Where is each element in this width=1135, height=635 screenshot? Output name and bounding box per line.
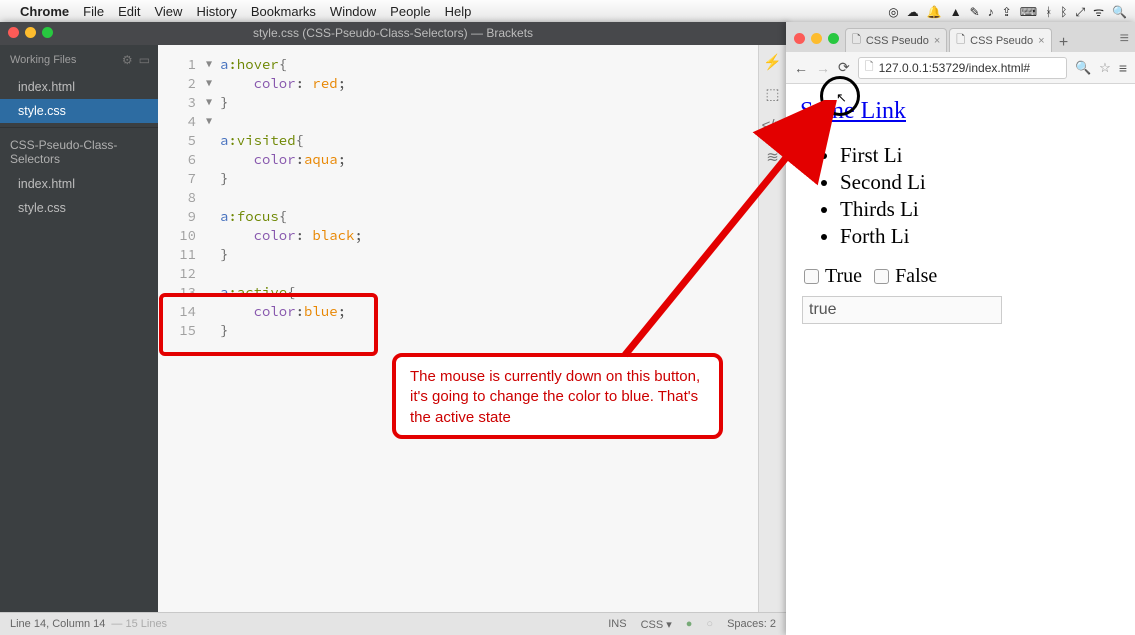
- close-icon[interactable]: [8, 27, 19, 38]
- chrome-tabstrip: 🗋CSS Pseudo×🗋CSS Pseudo× + ≡: [786, 22, 1135, 52]
- chrome-page-content: Some Link ↖ First LiSecond LiThirds LiFo…: [786, 84, 1135, 635]
- indent-setting[interactable]: Spaces: 2: [727, 618, 776, 630]
- list-item: Forth Li: [840, 224, 1125, 249]
- project-name[interactable]: CSS-Pseudo-Class-Selectors: [0, 127, 158, 172]
- bookmark-icon[interactable]: ☆: [1099, 60, 1111, 76]
- tray-icon[interactable]: ᯤ: [1093, 5, 1104, 19]
- brackets-window: style.css (CSS-Pseudo-Class-Selectors) —…: [0, 22, 786, 635]
- brackets-sidebar: Working Files ⚙ ▭ index.htmlstyle.css CS…: [0, 45, 158, 612]
- menu-help[interactable]: Help: [445, 4, 472, 19]
- address-bar[interactable]: 🗋 127.0.0.1:53729/index.html#: [858, 57, 1067, 79]
- close-tab-icon[interactable]: ×: [1038, 35, 1044, 47]
- brackets-statusbar: Line 14, Column 14 — 15 Lines INS CSS ▾ …: [0, 612, 786, 635]
- working-files-label: Working Files: [10, 54, 76, 66]
- chrome-toolbar: ← → ⟳ 🗋 127.0.0.1:53729/index.html# 🔍 ☆ …: [786, 52, 1135, 84]
- code-editor[interactable]: 123456789101112131415 ▼▼▼▼ a:hover{ colo…: [158, 45, 786, 612]
- zoom-icon[interactable]: [42, 27, 53, 38]
- line-number-gutter: 123456789101112131415: [158, 45, 202, 612]
- zoom-icon[interactable]: [828, 33, 839, 44]
- list-item: Thirds Li: [840, 197, 1125, 222]
- code-area[interactable]: a:hover{ color: red;} a:visited{ color:a…: [216, 45, 758, 612]
- tray-icon[interactable]: ⤢: [1075, 5, 1085, 19]
- tray-icon[interactable]: ᛒ: [1060, 5, 1067, 19]
- tray-icon[interactable]: ♪: [988, 5, 994, 19]
- demo-link[interactable]: Some Link: [800, 98, 906, 124]
- result-box: true: [802, 296, 1002, 324]
- chrome-hamburger-icon[interactable]: ≡: [1119, 60, 1127, 76]
- brackets-traffic-lights: [8, 27, 53, 38]
- line-count: — 15 Lines: [111, 618, 167, 630]
- editor-extension-rail: ⚡ ⬚ </> ≋: [758, 45, 786, 612]
- new-tab-button[interactable]: +: [1054, 34, 1074, 52]
- split-view-icon[interactable]: ▭: [139, 53, 150, 67]
- working-file[interactable]: index.html: [0, 75, 158, 99]
- language-mode[interactable]: CSS ▾: [641, 618, 672, 631]
- tray-icon[interactable]: ✎: [970, 5, 980, 19]
- layers-icon[interactable]: ≋: [766, 148, 779, 166]
- menu-bookmarks[interactable]: Bookmarks: [251, 4, 316, 19]
- tray-icon[interactable]: ◎: [888, 5, 898, 19]
- menu-file[interactable]: File: [83, 4, 104, 19]
- code-icon[interactable]: </>: [762, 117, 784, 134]
- checkbox-false[interactable]: [874, 269, 889, 284]
- menu-window[interactable]: Window: [330, 4, 376, 19]
- lint-status-icon[interactable]: ●: [686, 618, 693, 630]
- browser-tab[interactable]: 🗋CSS Pseudo×: [845, 28, 947, 52]
- url-text: 127.0.0.1:53729/index.html#: [879, 61, 1030, 75]
- fold-gutter[interactable]: ▼▼▼▼: [202, 45, 216, 612]
- page-icon: 🗋: [852, 31, 861, 50]
- brackets-titlebar: style.css (CSS-Pseudo-Class-Selectors) —…: [0, 22, 786, 45]
- menubar-tray: ◎ ☁ 🔔 ▲ ✎ ♪ ⇪ ⌨ ᚼᛒ ⤢ ᯤ 🔍: [880, 3, 1127, 20]
- page-icon: 🗋: [956, 31, 965, 50]
- tray-icon[interactable]: ⇪: [1002, 5, 1012, 19]
- live-preview-icon[interactable]: ⚡: [763, 53, 782, 71]
- close-tab-icon[interactable]: ×: [934, 35, 940, 47]
- project-file[interactable]: index.html: [0, 172, 158, 196]
- search-icon[interactable]: 🔍: [1075, 60, 1091, 76]
- checkbox-true[interactable]: [804, 269, 819, 284]
- annotation-callout: The mouse is currently down on this butt…: [392, 353, 723, 439]
- tray-icon[interactable]: ▲: [950, 5, 962, 19]
- brackets-title-text: style.css (CSS-Pseudo-Class-Selectors) —…: [253, 26, 533, 40]
- tray-icon[interactable]: 🔔: [927, 5, 942, 19]
- tray-icon[interactable]: ☁: [907, 5, 919, 19]
- minimize-icon[interactable]: [25, 27, 36, 38]
- chrome-menu-icon[interactable]: ≡: [1120, 30, 1129, 52]
- cursor-icon: ↖: [836, 90, 847, 106]
- menu-history[interactable]: History: [196, 4, 236, 19]
- page-icon: 🗋: [865, 58, 874, 77]
- no-errors-icon: ○: [706, 618, 713, 630]
- label-false: False: [895, 265, 937, 288]
- menubar-app-name[interactable]: Chrome: [20, 4, 69, 19]
- menu-edit[interactable]: Edit: [118, 4, 140, 19]
- label-true: True: [825, 265, 862, 288]
- tray-icon[interactable]: 🔍: [1112, 5, 1127, 19]
- project-file[interactable]: style.css: [0, 196, 158, 220]
- reload-button[interactable]: ⟳: [838, 59, 850, 76]
- forward-button[interactable]: →: [816, 60, 830, 76]
- menu-people[interactable]: People: [390, 4, 430, 19]
- tray-icon[interactable]: ᚼ: [1045, 5, 1052, 19]
- extension-manager-icon[interactable]: ⬚: [765, 85, 779, 103]
- list-item: Second Li: [840, 170, 1125, 195]
- tray-icon[interactable]: ⌨: [1020, 5, 1037, 19]
- gear-icon[interactable]: ⚙: [122, 53, 133, 67]
- cursor-position: Line 14, Column 14: [10, 618, 105, 630]
- back-button[interactable]: ←: [794, 60, 808, 76]
- annotation-text: The mouse is currently down on this butt…: [410, 368, 700, 426]
- mac-menubar: Chrome File Edit View History Bookmarks Windo…: [0, 0, 1135, 22]
- working-file[interactable]: style.css: [0, 99, 158, 123]
- browser-tab[interactable]: 🗋CSS Pseudo×: [949, 28, 1051, 52]
- demo-list: First LiSecond LiThirds LiForth Li: [840, 143, 1125, 249]
- working-files-header: Working Files ⚙ ▭: [0, 45, 158, 75]
- minimize-icon[interactable]: [811, 33, 822, 44]
- chrome-window: 🗋CSS Pseudo×🗋CSS Pseudo× + ≡ ← → ⟳ 🗋 127…: [786, 22, 1135, 635]
- insert-mode[interactable]: INS: [608, 618, 626, 630]
- list-item: First Li: [840, 143, 1125, 168]
- close-icon[interactable]: [794, 33, 805, 44]
- menu-view[interactable]: View: [154, 4, 182, 19]
